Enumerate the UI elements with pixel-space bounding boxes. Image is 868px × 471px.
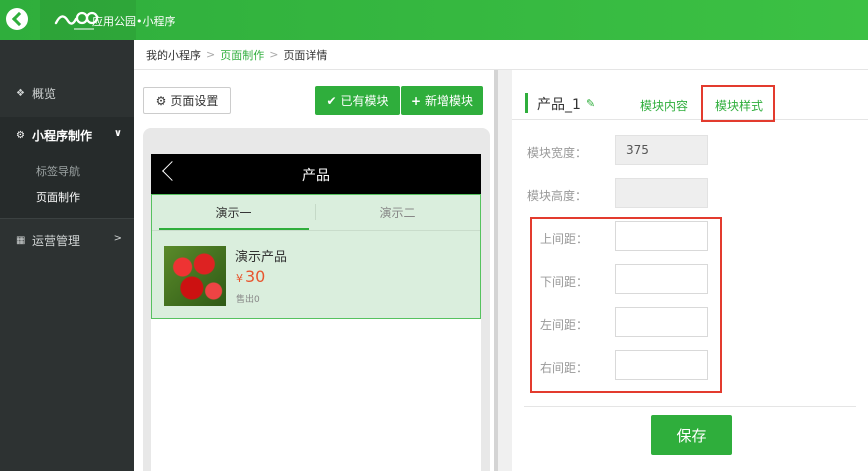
height-label: 模块高度： (527, 189, 588, 203)
existing-modules-label: 已有模块 (340, 94, 389, 108)
save-button[interactable]: 保存 (651, 415, 732, 455)
sidebar-item-label: 运营管理 (32, 233, 81, 248)
sidebar-item-label: 概览 (32, 86, 57, 101)
new-module-label: 新增模块 (425, 94, 474, 108)
gear-icon: ⚙ (16, 129, 25, 141)
product-name: 演示产品 (235, 250, 288, 265)
title-marker (525, 93, 528, 113)
highlight-box-style-tab (701, 85, 775, 122)
panel-gap (498, 70, 512, 471)
breadcrumb: 我的小程序 > 页面制作 > 页面详情 (134, 40, 868, 70)
sidebar-item-miniprogram[interactable]: ⚙ 小程序制作 ∨ (0, 120, 134, 150)
breadcrumb-separator-icon: > (206, 48, 216, 61)
chevron-right-icon: > (113, 233, 122, 244)
module-settings-panel: 产品_1 ✎ 模块内容 模块样式 模块宽度： 375 模块高度： 上间距： 下间… (512, 70, 868, 471)
grid-icon: ▦ (16, 234, 26, 246)
phone-preview-frame: 产品 演示一 演示二 演示产品 ¥30 售出0 (143, 128, 490, 471)
currency-symbol: ¥ (236, 272, 243, 285)
chevron-down-icon: ∨ (113, 128, 122, 139)
phone-preview-screen: 产品 演示一 演示二 演示产品 ¥30 售出0 (151, 154, 481, 471)
width-label: 模块宽度： (527, 146, 588, 160)
page-settings-label: 页面设置 (170, 94, 219, 108)
width-field: 375 (615, 135, 708, 165)
breadcrumb-item-current: 页面详情 (283, 48, 328, 62)
tab-demo-one[interactable]: 演示一 (152, 195, 315, 229)
price-value: 30 (245, 267, 266, 286)
sidebar-subitem-tab-nav[interactable]: 标签导航 (36, 163, 80, 179)
sidebar: ❖ 概览 ⚙ 小程序制作 ∨ 标签导航 页面制作 ▦ 运营管理 > (0, 40, 134, 471)
panel-header: 产品_1 ✎ 模块内容 模块样式 (512, 70, 868, 122)
back-arrow-icon[interactable] (6, 8, 28, 30)
tab-demo-two[interactable]: 演示二 (316, 195, 479, 229)
product-price: ¥30 (236, 267, 265, 286)
tab-module-content[interactable]: 模块内容 (640, 97, 688, 114)
phone-nav-bar: 产品 (151, 154, 481, 194)
product-module[interactable]: 演示一 演示二 演示产品 ¥30 售出0 (151, 194, 481, 319)
check-circle-icon: ✔ (326, 93, 337, 108)
sidebar-item-label: 小程序制作 (32, 128, 93, 143)
tab-bottom-line (152, 230, 480, 231)
page-settings-button[interactable]: ⚙ 页面设置 (143, 87, 231, 114)
app-title: 应用公园•小程序 (92, 15, 176, 28)
existing-modules-button[interactable]: ✔ 已有模块 (315, 86, 400, 115)
sidebar-divider (0, 218, 134, 219)
top-bar: 应用公园•小程序 (0, 0, 868, 40)
new-module-button[interactable]: + 新增模块 (401, 86, 483, 115)
sidebar-item-overview[interactable]: ❖ 概览 (0, 78, 134, 108)
breadcrumb-separator-icon: > (269, 48, 279, 61)
module-title: 产品_1 (537, 97, 581, 113)
height-field (615, 178, 708, 208)
phone-page-title: 产品 (302, 168, 330, 184)
edit-icon[interactable]: ✎ (586, 97, 595, 110)
sidebar-item-operations[interactable]: ▦ 运营管理 > (0, 225, 134, 255)
plus-icon: + (410, 93, 422, 108)
panel-divider (524, 406, 856, 407)
breadcrumb-item-page-builder[interactable]: 页面制作 (220, 47, 264, 63)
product-sold-count: 售出0 (236, 295, 260, 305)
info-icon: ❖ (16, 87, 25, 99)
breadcrumb-item-home[interactable]: 我的小程序 (146, 47, 201, 63)
page-editor-area: ⚙ 页面设置 ✔ 已有模块 + 新增模块 产品 演示一 演示二 演示产品 ¥30… (134, 70, 494, 471)
height-row: 模块高度： (512, 178, 868, 210)
width-row: 模块宽度： 375 (512, 135, 868, 167)
sidebar-subitem-page-builder[interactable]: 页面制作 (36, 189, 80, 205)
gear-icon: ⚙ (155, 93, 167, 108)
highlight-box-margins (530, 217, 722, 393)
product-image (164, 246, 226, 306)
